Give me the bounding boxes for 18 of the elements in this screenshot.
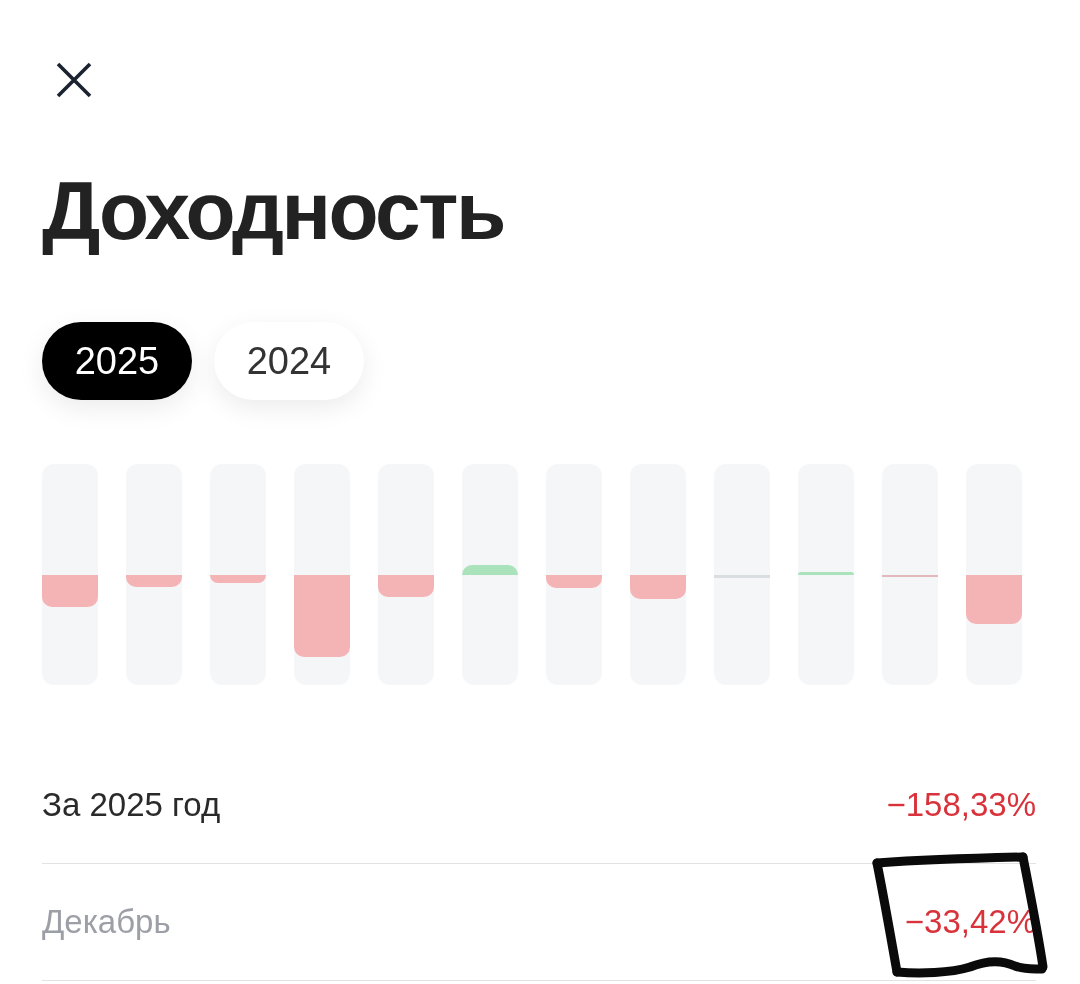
page-title: Доходность: [42, 164, 504, 258]
loss-bar: [630, 574, 686, 599]
period-label: Декабрь: [42, 903, 171, 941]
gain-bar: [798, 571, 854, 575]
loss-bar: [546, 574, 602, 588]
loss-bar: [210, 574, 266, 583]
loss-bar: [882, 574, 938, 577]
loss-bar: [378, 574, 434, 597]
gain-bar: [462, 564, 518, 575]
return-value: −158,33%: [886, 786, 1036, 824]
loss-bar: [966, 574, 1022, 624]
close-button[interactable]: [54, 60, 94, 100]
loss-bar: [126, 574, 182, 587]
loss-bar: [42, 574, 98, 607]
period-label: За 2025 год: [42, 786, 221, 824]
year-tab[interactable]: 2024: [214, 322, 364, 400]
year-tab[interactable]: 2025: [42, 322, 192, 400]
close-icon: [56, 62, 92, 98]
